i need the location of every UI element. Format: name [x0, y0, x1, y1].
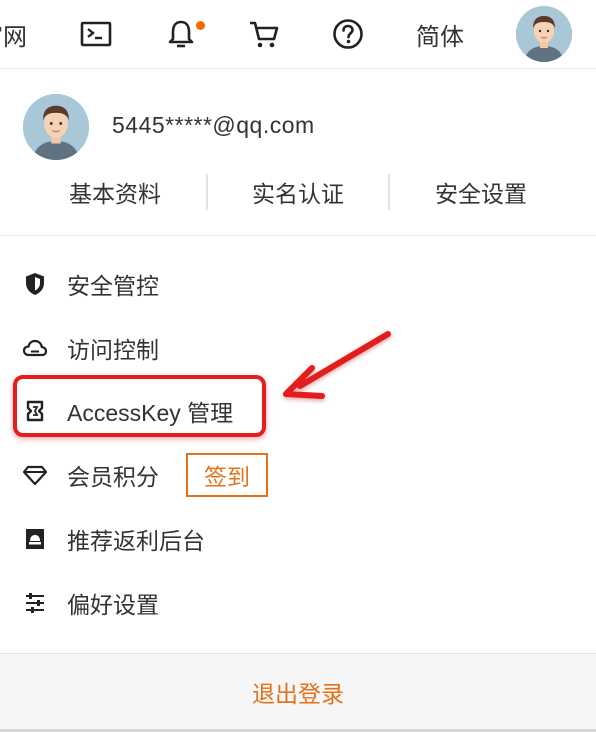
avatar [516, 6, 572, 62]
real-name-auth-label: 实名认证 [252, 181, 344, 207]
sliders-icon [22, 590, 48, 616]
language-switcher[interactable]: 简体 [410, 0, 470, 68]
logout-bar[interactable]: 退出登录 [0, 653, 596, 730]
account-email: 5445*****@qq.com [112, 112, 315, 138]
menu-item-label: 偏好设置 [67, 592, 159, 618]
menu-item-member-points[interactable]: 会员积分 [22, 455, 159, 495]
official-site-link[interactable]: 官网 [0, 0, 28, 68]
logout-button[interactable]: 退出登录 [252, 675, 344, 709]
menu-item-label: 访问控制 [67, 337, 159, 363]
diamond-icon [22, 462, 48, 488]
menu-item-label: 推荐返利后台 [67, 528, 205, 554]
menu-item-preferences[interactable]: 偏好设置 [22, 583, 159, 623]
cloud-icon [22, 335, 48, 361]
top-navigation-bar: 官网 简体 [0, 0, 596, 69]
help-icon[interactable] [331, 0, 365, 68]
menu-item-label: 安全管控 [67, 273, 159, 299]
basic-profile-label: 基本资料 [69, 181, 161, 207]
menu-item-referral-rebate[interactable]: 推荐返利后台 [22, 519, 205, 559]
annotation-highlight-box [13, 375, 266, 437]
notification-bell-icon[interactable] [163, 0, 205, 68]
sign-in-button[interactable]: 签到 [186, 453, 268, 497]
rebate-icon [22, 526, 48, 552]
language-label: 简体 [416, 23, 464, 51]
notification-dot [196, 21, 205, 30]
shield-icon [22, 271, 48, 297]
user-avatar-button[interactable] [515, 0, 573, 68]
cart-icon[interactable] [247, 0, 281, 68]
security-settings-link[interactable]: 安全设置 [390, 172, 572, 212]
security-settings-label: 安全设置 [435, 181, 527, 207]
menu-item-security-control[interactable]: 安全管控 [22, 264, 159, 304]
section-divider [0, 235, 596, 236]
real-name-auth-link[interactable]: 实名认证 [208, 172, 388, 212]
basic-profile-link[interactable]: 基本资料 [20, 172, 210, 212]
menu-item-access-control[interactable]: 访问控制 [22, 328, 159, 368]
menu-item-label: 会员积分 [67, 464, 159, 490]
official-site-label: 官网 [0, 23, 27, 51]
annotation-arrow [283, 331, 391, 399]
terminal-icon[interactable] [78, 0, 114, 68]
account-avatar [23, 94, 89, 160]
